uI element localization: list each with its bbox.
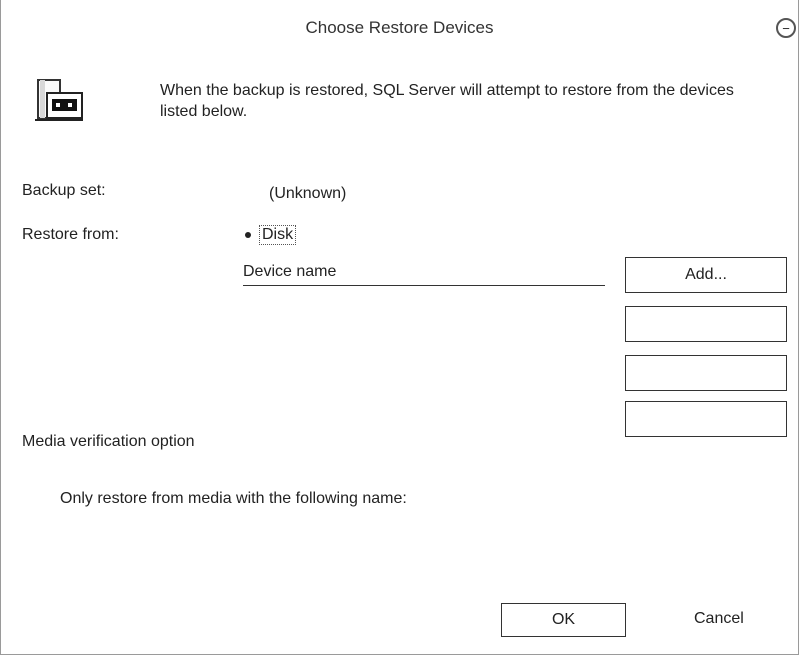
dialog-intro-text: When the backup is restored, SQL Server … <box>160 82 734 120</box>
backup-set-value: (Unknown) <box>269 185 347 202</box>
device-name-header-label: Device name <box>243 262 337 280</box>
backup-set-label: Backup set: <box>22 182 106 199</box>
dialog-title: Choose Restore Devices <box>305 18 494 37</box>
add-device-button[interactable]: Add... <box>625 257 787 293</box>
media-name-checkbox-label[interactable]: Only restore from media with the followi… <box>60 490 407 508</box>
cancel-label: Cancel <box>694 610 744 627</box>
cancel-button[interactable]: Cancel <box>694 610 744 628</box>
restore-from-label: Restore from: <box>22 226 119 243</box>
disk-option-label: Disk <box>259 225 297 245</box>
close-icon[interactable]: − <box>776 18 796 38</box>
device-action-button-4[interactable] <box>625 401 787 437</box>
ok-button[interactable]: OK <box>501 603 626 637</box>
device-action-button-2[interactable] <box>625 306 787 342</box>
add-device-label: Add... <box>685 266 727 283</box>
disk-radio-option[interactable]: Disk <box>245 225 297 245</box>
device-name-column-header[interactable]: Device name <box>243 258 605 286</box>
device-action-button-3[interactable] <box>625 355 787 391</box>
ok-label: OK <box>551 611 576 628</box>
backup-device-icon <box>35 79 83 121</box>
media-verification-option-label: Media verification option <box>22 433 195 450</box>
radio-selected-icon <box>245 232 251 238</box>
